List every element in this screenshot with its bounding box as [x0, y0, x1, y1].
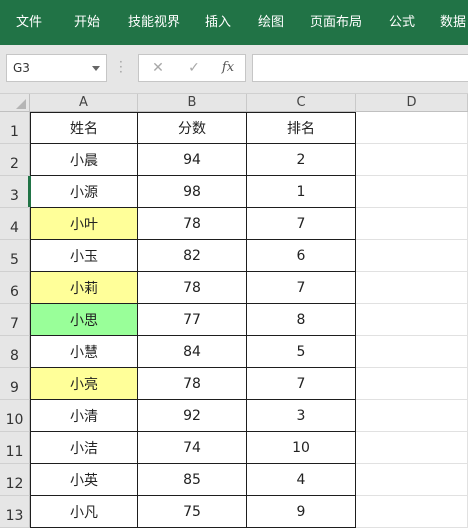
row-header[interactable]: 10 [0, 400, 30, 432]
header-cell[interactable]: 排名 [247, 112, 356, 144]
table-cell[interactable]: 77 [138, 304, 247, 336]
tab-data[interactable]: 数据 [440, 0, 466, 45]
column-header-row: A B C D [0, 94, 468, 112]
row-header[interactable]: 13 [0, 496, 30, 528]
formula-controls: ✕ ✓ fx [138, 54, 246, 82]
table-cell[interactable]: 7 [247, 272, 356, 304]
table-cell[interactable]: 6 [247, 240, 356, 272]
empty-cell[interactable] [356, 272, 468, 304]
header-cell[interactable]: 姓名 [30, 112, 138, 144]
selection-edge [28, 176, 31, 207]
select-all-corner[interactable] [0, 94, 30, 111]
insert-function-icon[interactable]: fx [213, 55, 243, 81]
table-cell[interactable]: 小莉 [30, 272, 138, 304]
empty-cell[interactable] [356, 176, 468, 208]
table-cell[interactable]: 小玉 [30, 240, 138, 272]
row-header[interactable]: 6 [0, 272, 30, 304]
column-header-a[interactable]: A [30, 94, 138, 111]
empty-cell[interactable] [356, 368, 468, 400]
table-cell[interactable]: 小亮 [30, 368, 138, 400]
table-cell[interactable]: 小源 [30, 176, 138, 208]
column-header-b[interactable]: B [138, 94, 247, 111]
table-cell[interactable]: 小清 [30, 400, 138, 432]
table-cell[interactable]: 小叶 [30, 208, 138, 240]
table-cell[interactable]: 7 [247, 368, 356, 400]
name-box-value: G3 [13, 61, 30, 75]
row-header[interactable]: 5 [0, 240, 30, 272]
empty-cell[interactable] [356, 240, 468, 272]
table-cell[interactable]: 92 [138, 400, 247, 432]
empty-cell[interactable] [356, 432, 468, 464]
empty-cell[interactable] [356, 304, 468, 336]
row-header[interactable]: 9 [0, 368, 30, 400]
header-cell[interactable]: 分数 [138, 112, 247, 144]
table-cell[interactable]: 7 [247, 208, 356, 240]
table-cell[interactable]: 4 [247, 464, 356, 496]
table-cell[interactable]: 78 [138, 208, 247, 240]
empty-cell[interactable] [356, 496, 468, 528]
tab-file[interactable]: 文件 [16, 0, 42, 45]
table-cell[interactable]: 10 [247, 432, 356, 464]
table-cell[interactable]: 94 [138, 144, 247, 176]
table-cell[interactable]: 小晨 [30, 144, 138, 176]
table-cell[interactable]: 5 [247, 336, 356, 368]
chevron-down-icon[interactable] [92, 66, 100, 71]
drag-handle-icon[interactable]: · · · [119, 56, 123, 78]
empty-cell[interactable] [356, 144, 468, 176]
row-header[interactable]: 1 [0, 112, 30, 144]
row-header[interactable]: 4 [0, 208, 30, 240]
empty-cell[interactable] [356, 400, 468, 432]
cancel-icon[interactable]: ✕ [143, 55, 173, 81]
table-cell[interactable]: 78 [138, 368, 247, 400]
row-header[interactable]: 3 [0, 176, 30, 208]
formula-bar: G3 · · · ✕ ✓ fx [0, 45, 468, 94]
table-cell[interactable]: 小英 [30, 464, 138, 496]
table-cell[interactable]: 小慧 [30, 336, 138, 368]
empty-cell[interactable] [356, 464, 468, 496]
tab-draw[interactable]: 绘图 [258, 0, 284, 45]
table-cell[interactable]: 98 [138, 176, 247, 208]
tab-formulas[interactable]: 公式 [389, 0, 415, 45]
tab-page-layout[interactable]: 页面布局 [310, 0, 362, 45]
table-cell[interactable]: 小洁 [30, 432, 138, 464]
table-cell[interactable]: 75 [138, 496, 247, 528]
row-header[interactable]: 11 [0, 432, 30, 464]
tab-insert[interactable]: 插入 [205, 0, 231, 45]
table-cell[interactable]: 9 [247, 496, 356, 528]
empty-cell[interactable] [356, 208, 468, 240]
row-header[interactable]: 7 [0, 304, 30, 336]
column-header-c[interactable]: C [247, 94, 356, 111]
ribbon-tabs: 文件 开始 技能视界 插入 绘图 页面布局 公式 数据 [0, 0, 468, 45]
formula-input[interactable] [252, 54, 468, 82]
confirm-icon[interactable]: ✓ [179, 55, 209, 81]
table-cell[interactable]: 小凡 [30, 496, 138, 528]
table-cell[interactable]: 78 [138, 272, 247, 304]
table-cell[interactable]: 3 [247, 400, 356, 432]
empty-cell[interactable] [356, 336, 468, 368]
empty-cell[interactable] [356, 112, 468, 144]
select-all-icon [16, 99, 26, 109]
table-cell[interactable]: 74 [138, 432, 247, 464]
table-cell[interactable]: 1 [247, 176, 356, 208]
row-header[interactable]: 2 [0, 144, 30, 176]
table-cell[interactable]: 82 [138, 240, 247, 272]
table-cell[interactable]: 小思 [30, 304, 138, 336]
row-header[interactable]: 8 [0, 336, 30, 368]
tab-home[interactable]: 开始 [74, 0, 100, 45]
row-header[interactable]: 12 [0, 464, 30, 496]
name-box[interactable]: G3 [6, 54, 107, 82]
column-header-d[interactable]: D [356, 94, 468, 111]
table-cell[interactable]: 85 [138, 464, 247, 496]
table-cell[interactable]: 2 [247, 144, 356, 176]
table-cell[interactable]: 84 [138, 336, 247, 368]
table-cell[interactable]: 8 [247, 304, 356, 336]
tab-skill-view[interactable]: 技能视界 [128, 0, 180, 45]
